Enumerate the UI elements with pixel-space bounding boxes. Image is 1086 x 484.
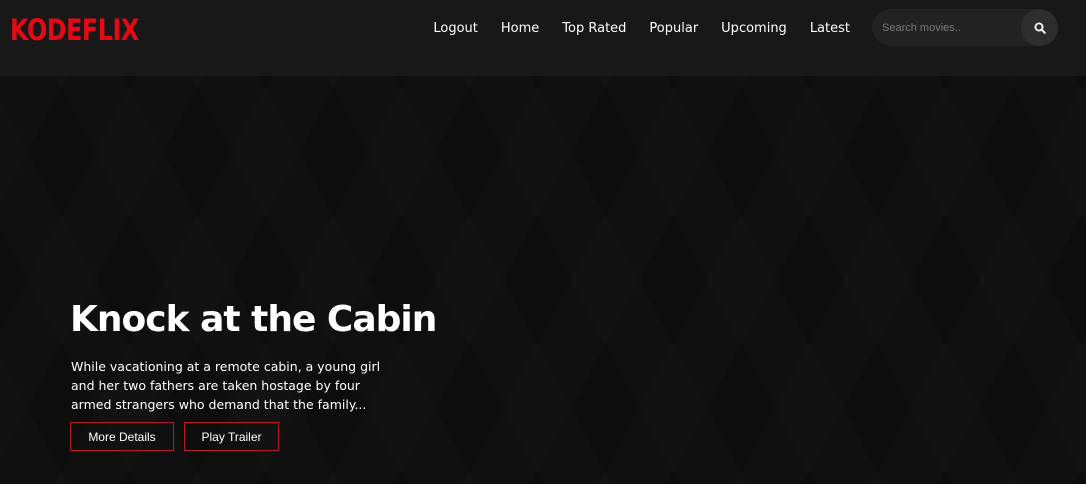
nav-link-home[interactable]: Home [501,21,539,36]
nav-link-upcoming[interactable]: Upcoming [721,21,787,36]
search-box [872,9,1058,46]
hero-title: Knock at the Cabin [70,299,437,340]
nav-link-popular[interactable]: Popular [649,21,698,36]
search-button[interactable] [1021,9,1058,46]
nav-link-top-rated[interactable]: Top Rated [562,21,626,36]
app-page: KODEFLIX Logout Home Top Rated Popular U… [0,0,1086,484]
nav-menu: Logout Home Top Rated Popular Upcoming L… [410,18,850,38]
nav-link-logout[interactable]: Logout [433,21,478,36]
search-input[interactable] [882,9,1018,46]
search-icon [1034,22,1046,34]
play-trailer-button[interactable]: Play Trailer [184,422,279,451]
nav-link-latest[interactable]: Latest [810,21,850,36]
logo[interactable]: KODEFLIX [10,10,139,50]
more-details-button[interactable]: More Details [70,422,174,451]
hero-description: While vacationing at a remote cabin, a y… [71,359,381,412]
navbar: KODEFLIX Logout Home Top Rated Popular U… [0,0,1086,76]
